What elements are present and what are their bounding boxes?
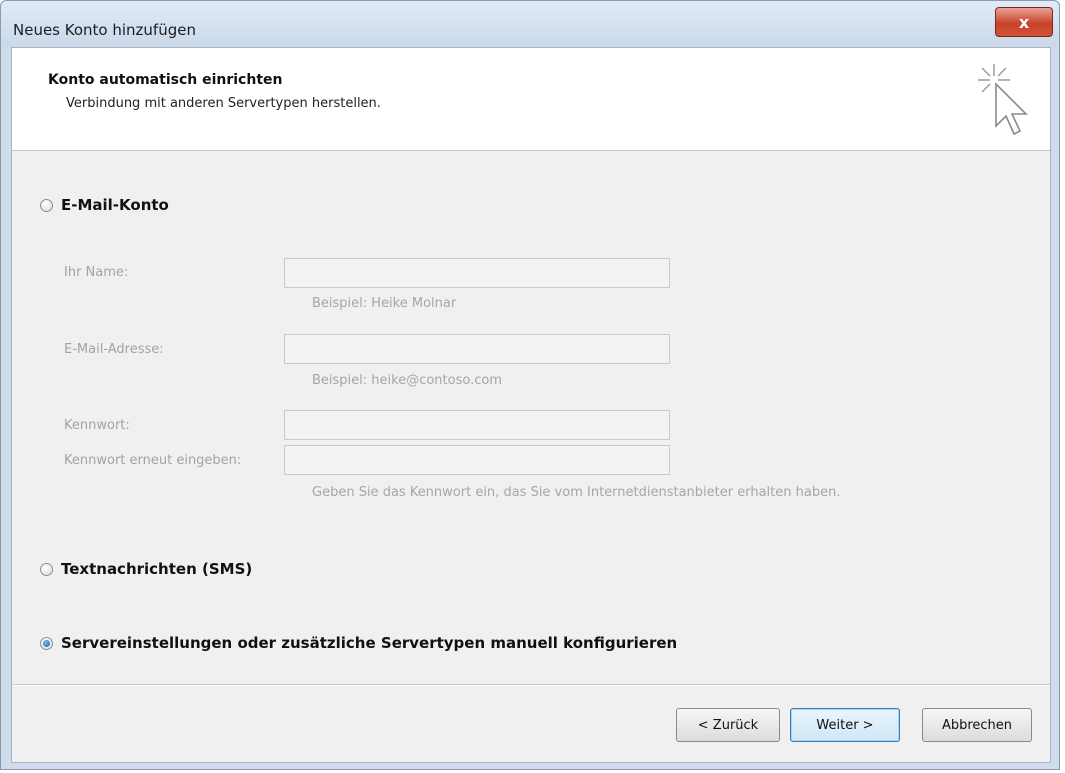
manual-config-label: Servereinstellungen oder zusätzliche Ser…: [61, 634, 678, 652]
option-manual-config[interactable]: Servereinstellungen oder zusätzliche Ser…: [40, 634, 677, 652]
dialog-body: Konto automatisch einrichten Verbindung …: [11, 47, 1051, 763]
email-address-input[interactable]: [284, 334, 670, 364]
manual-config-radio[interactable]: [40, 636, 53, 650]
wizard-header: Konto automatisch einrichten Verbindung …: [12, 48, 1050, 151]
name-input[interactable]: [284, 258, 670, 288]
header-title: Konto automatisch einrichten: [48, 72, 283, 88]
footer-divider: [12, 684, 1050, 686]
password-hint: Geben Sie das Kennwort ein, das Sie vom …: [312, 485, 841, 500]
password-input[interactable]: [284, 410, 670, 440]
email-account-radio[interactable]: [40, 198, 53, 212]
window-title: Neues Konto hinzufügen: [13, 21, 196, 39]
name-hint: Beispiel: Heike Molnar: [312, 296, 457, 311]
cancel-button[interactable]: Abbrechen: [922, 708, 1032, 742]
password-repeat-label: Kennwort erneut eingeben:: [64, 453, 242, 468]
option-sms[interactable]: Textnachrichten (SMS): [40, 560, 252, 578]
sms-radio[interactable]: [40, 562, 53, 576]
header-subtitle: Verbindung mit anderen Servertypen herst…: [66, 96, 381, 111]
name-label: Ihr Name:: [64, 265, 129, 280]
close-button[interactable]: x: [995, 7, 1053, 37]
password-label: Kennwort:: [64, 418, 130, 433]
dialog-window: Neues Konto hinzufügen x Konto automatis…: [0, 0, 1060, 770]
sparkle-cursor-icon: [978, 64, 1028, 136]
back-button[interactable]: < Zurück: [676, 708, 780, 742]
next-button[interactable]: Weiter >: [790, 708, 900, 742]
title-bar[interactable]: Neues Konto hinzufügen x: [1, 1, 1059, 47]
option-email-account[interactable]: E-Mail-Konto: [40, 196, 169, 214]
email-account-label: E-Mail-Konto: [61, 196, 169, 214]
email-address-hint: Beispiel: heike@contoso.com: [312, 373, 502, 388]
email-address-label: E-Mail-Adresse:: [64, 342, 164, 357]
sms-label: Textnachrichten (SMS): [61, 560, 253, 578]
password-repeat-input[interactable]: [284, 445, 670, 475]
